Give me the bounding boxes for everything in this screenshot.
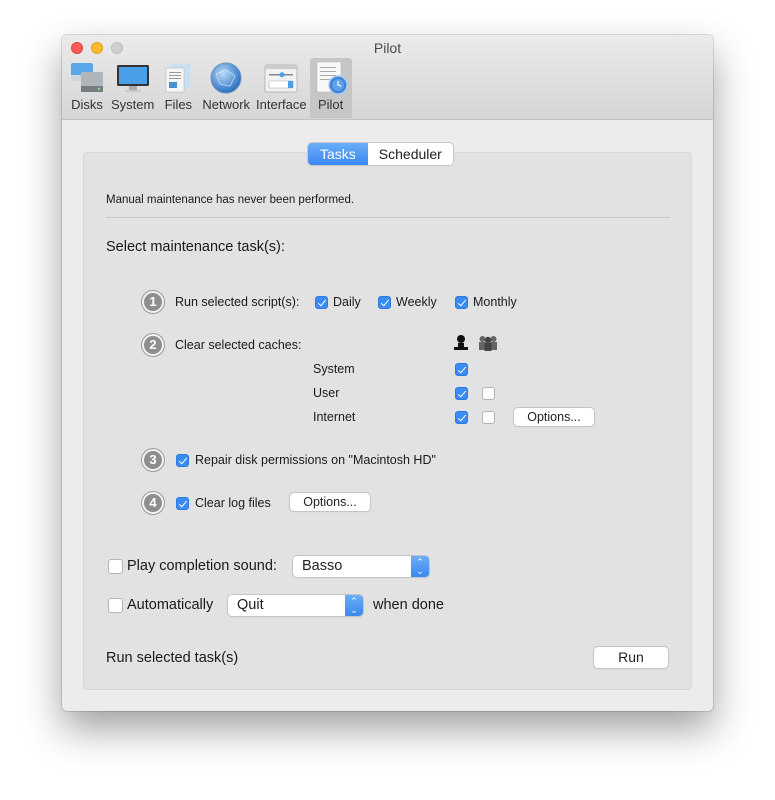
toolbar-label: Network bbox=[202, 97, 251, 112]
toolbar-item-interface[interactable]: Interface bbox=[253, 58, 310, 118]
cache-row-label: System bbox=[313, 362, 355, 376]
disks-icon bbox=[71, 63, 103, 92]
tab-scheduler[interactable]: Scheduler bbox=[368, 143, 453, 165]
sound-selected: Basso bbox=[302, 558, 343, 574]
play-sound-checkbox[interactable] bbox=[108, 559, 123, 574]
toolbar-label: Pilot bbox=[317, 97, 344, 112]
auto-action-label: Automatically bbox=[127, 597, 214, 613]
auto-action-checkbox[interactable] bbox=[108, 598, 123, 613]
daily-label: Daily bbox=[333, 295, 361, 309]
toolbar-item-disks[interactable]: Disks bbox=[66, 58, 108, 118]
toolbar-label: Files bbox=[164, 97, 193, 112]
cache-row-label: User bbox=[313, 386, 340, 400]
internet-cache-options-button[interactable]: Options... bbox=[514, 408, 594, 426]
tab-tasks[interactable]: Tasks bbox=[308, 143, 368, 165]
section-title: Select maintenance task(s): bbox=[106, 239, 285, 255]
interface-icon bbox=[264, 64, 298, 93]
user-cache-all-users-checkbox[interactable] bbox=[482, 387, 495, 400]
run-tasks-label: Run selected task(s) bbox=[106, 650, 239, 666]
step-number-2: 2 bbox=[142, 334, 164, 356]
log-options-button[interactable]: Options... bbox=[290, 493, 370, 511]
chevron-updown-icon: ⌃ ⌄ bbox=[345, 595, 363, 616]
toolbar: Disks System Files Network Interface Pil… bbox=[66, 58, 352, 118]
toolbar-item-files[interactable]: Files bbox=[157, 58, 199, 118]
tab-bar: Tasks Scheduler bbox=[308, 143, 453, 165]
internet-cache-all-users-checkbox[interactable] bbox=[482, 411, 495, 424]
repair-permissions-checkbox[interactable] bbox=[176, 454, 189, 467]
pilot-window: Pilot Disks System Files Network Interfa… bbox=[62, 35, 713, 711]
play-sound-label: Play completion sound: bbox=[127, 558, 277, 574]
cache-row-label: Internet bbox=[313, 410, 356, 424]
toolbar-label: Disks bbox=[71, 97, 103, 112]
system-cache-user-checkbox[interactable] bbox=[455, 363, 468, 376]
divider bbox=[106, 217, 670, 218]
toolbar-item-pilot[interactable]: Pilot bbox=[309, 58, 352, 118]
weekly-label: Weekly bbox=[396, 295, 437, 309]
status-message: Manual maintenance has never been perfor… bbox=[106, 194, 355, 206]
all-users-icon bbox=[479, 336, 497, 351]
toolbar-label: Interface bbox=[256, 97, 307, 112]
step-number-4: 4 bbox=[142, 492, 164, 514]
auto-action-popup[interactable]: Quit ⌃ ⌄ bbox=[228, 595, 363, 616]
clear-logs-checkbox[interactable] bbox=[176, 497, 189, 510]
caches-label: Clear selected caches: bbox=[175, 338, 302, 352]
step-number-1: 1 bbox=[142, 291, 164, 313]
display-icon bbox=[116, 65, 149, 92]
internet-cache-user-checkbox[interactable] bbox=[455, 411, 468, 424]
toolbar-label: System bbox=[111, 97, 155, 112]
clear-logs-label: Clear log files bbox=[195, 496, 271, 510]
titlebar: Pilot Disks System Files Network Interfa… bbox=[62, 35, 713, 120]
sound-popup[interactable]: Basso ⌃ ⌄ bbox=[293, 556, 429, 577]
step-number-3: 3 bbox=[142, 449, 164, 471]
chevron-updown-icon: ⌃ ⌄ bbox=[411, 556, 429, 577]
pilot-clock-icon bbox=[316, 61, 348, 95]
monthly-checkbox[interactable] bbox=[455, 296, 468, 309]
weekly-checkbox[interactable] bbox=[378, 296, 391, 309]
run-button[interactable]: Run bbox=[594, 647, 668, 668]
repair-permissions-label: Repair disk permissions on "Macintosh HD… bbox=[195, 453, 436, 467]
toolbar-item-system[interactable]: System bbox=[108, 58, 157, 118]
auto-action-suffix: when done bbox=[373, 597, 444, 613]
daily-checkbox[interactable] bbox=[315, 296, 328, 309]
user-cache-user-checkbox[interactable] bbox=[455, 387, 468, 400]
scripts-label: Run selected script(s): bbox=[175, 295, 300, 309]
window-title: Pilot bbox=[373, 40, 402, 56]
files-icon bbox=[166, 64, 191, 93]
toolbar-item-network[interactable]: Network bbox=[199, 58, 253, 118]
single-user-icon bbox=[454, 335, 468, 350]
auto-action-selected: Quit bbox=[237, 597, 264, 613]
monthly-label: Monthly bbox=[473, 295, 517, 309]
network-globe-icon bbox=[210, 62, 242, 94]
